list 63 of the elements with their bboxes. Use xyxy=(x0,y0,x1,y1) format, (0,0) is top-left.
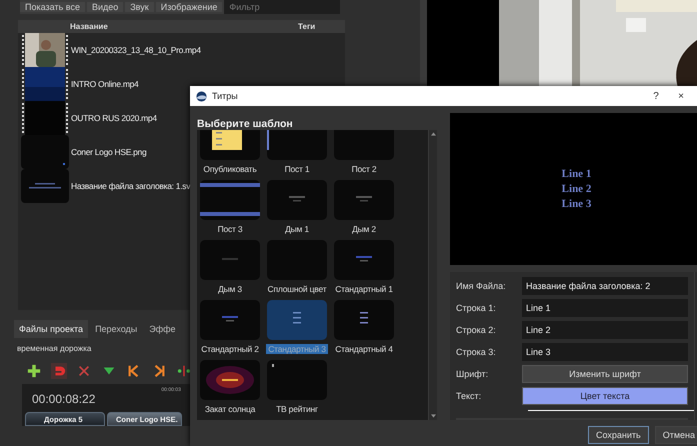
field-label: Имя Файла: xyxy=(456,281,507,291)
template-label[interactable]: Опубликовать xyxy=(201,164,259,174)
save-button[interactable]: Сохранить xyxy=(588,426,649,444)
scissors-icon xyxy=(77,364,91,378)
dialog-title: Титры xyxy=(212,91,239,101)
filter-tab[interactable]: Показать все xyxy=(20,2,85,12)
template-label[interactable]: Дым 3 xyxy=(216,284,244,294)
file-name[interactable]: Coner Logo HSE.png xyxy=(71,147,146,157)
timeline-title: временная дорожка xyxy=(17,344,92,353)
template-label[interactable]: Пост 2 xyxy=(350,164,378,174)
section-heading: Выберите шаблон xyxy=(197,117,294,130)
filter-tab[interactable]: Звук xyxy=(125,2,154,12)
center-icon xyxy=(177,364,191,378)
cancel-button[interactable]: Отмена xyxy=(654,426,697,444)
jump-end-icon xyxy=(152,364,166,378)
filter-tab[interactable]: Видео xyxy=(86,2,124,12)
help-button[interactable]: ? xyxy=(646,90,666,102)
magnet-button[interactable] xyxy=(51,363,67,379)
column-header: Название xyxy=(70,22,109,31)
template-label[interactable]: ТВ рейтинг xyxy=(274,404,320,414)
file-name[interactable]: INTRO Online.mp4 xyxy=(71,79,138,89)
preview-line: Line 1 xyxy=(562,168,592,180)
app-icon xyxy=(196,90,207,102)
file-name[interactable]: WIN_20200323_13_48_10_Pro.mp4 xyxy=(71,45,201,55)
filter-field[interactable]: Фильтр xyxy=(224,0,340,14)
template-label[interactable]: Пост 3 xyxy=(216,224,244,234)
file-name[interactable]: Название файла заголовка: 1.sv xyxy=(71,181,190,191)
field-label: Строка 3: xyxy=(456,347,497,357)
add-icon xyxy=(27,364,41,378)
template-label[interactable]: Дым 1 xyxy=(283,224,311,234)
template-label[interactable]: Пост 1 xyxy=(282,164,312,174)
center-button[interactable] xyxy=(176,363,192,379)
text-field[interactable]: Line 2 xyxy=(522,321,688,339)
template-label[interactable]: Дым 2 xyxy=(350,224,378,234)
add-button[interactable] xyxy=(26,363,42,379)
time-display: 00:00:08:22 xyxy=(32,392,96,406)
close-button[interactable]: × xyxy=(671,90,691,102)
up-arrow-icon[interactable] xyxy=(430,132,436,136)
field-label: Строка 1: xyxy=(456,303,497,313)
tab[interactable]: Файлы проекта xyxy=(14,320,88,338)
color-button[interactable]: Цвет текста xyxy=(522,387,688,405)
preview-line: Line 2 xyxy=(562,183,592,195)
filter-tab[interactable]: Изображение xyxy=(156,2,222,12)
jump-start-icon xyxy=(127,364,141,378)
template-preview[interactable] xyxy=(200,130,260,160)
file-name[interactable]: OUTRO RUS 2020.mp4 xyxy=(71,113,157,123)
template-label[interactable]: Сплошной цвет xyxy=(266,284,328,294)
text-field[interactable]: Line 1 xyxy=(522,299,688,317)
font-button[interactable]: Изменить шрифт xyxy=(522,365,688,383)
field-label: Текст: xyxy=(456,391,482,401)
scissors-button[interactable] xyxy=(76,363,92,379)
text-field[interactable]: Название файла заголовка: 2 xyxy=(522,277,688,295)
template-label[interactable]: Стандартный 1 xyxy=(333,284,395,294)
field-label: Строка 2: xyxy=(456,325,497,335)
scrollbar[interactable] xyxy=(428,130,437,420)
field-label: Шрифт: xyxy=(456,369,490,379)
template-label[interactable]: Стандартный 2 xyxy=(199,344,261,354)
column-header: Теги xyxy=(298,22,316,31)
template-label[interactable]: Стандартный 4 xyxy=(333,344,395,354)
template-label[interactable]: Закат солнца xyxy=(202,404,258,414)
preview-line: Line 3 xyxy=(562,198,592,210)
text-field[interactable]: Line 3 xyxy=(522,343,688,361)
down-arrow-icon[interactable] xyxy=(430,414,436,418)
